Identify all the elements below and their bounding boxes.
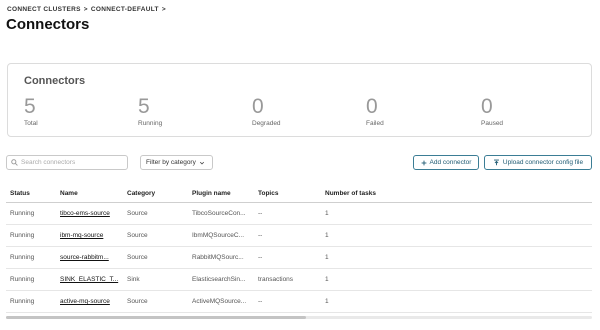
metric-label: Paused — [481, 120, 504, 127]
cell-plugin: ActiveMQSource... — [188, 290, 254, 313]
metric-value: 0 — [481, 95, 493, 118]
column-header-name[interactable]: Name — [56, 184, 123, 203]
connector-name-link[interactable]: tibco-ems-source — [60, 210, 110, 217]
connector-name-link[interactable]: source-rabbitm... — [60, 254, 109, 261]
connector-name-link[interactable]: SINK_ELASTIC_T... — [60, 276, 118, 283]
cell-category: Source — [123, 224, 188, 247]
cell-status: Running — [6, 290, 56, 313]
cell-category: Sink — [123, 268, 188, 291]
cell-category: Source — [123, 246, 188, 269]
metric-value: 0 — [366, 95, 378, 118]
cell-name: ibm-mq-source — [56, 224, 123, 247]
metric-value: 5 — [138, 95, 150, 118]
cell-category: Source — [123, 202, 188, 225]
cell-tasks: 1 — [321, 290, 592, 313]
cell-name: SINK_ELASTIC_T... — [56, 268, 123, 291]
cell-topics: -- — [254, 202, 321, 225]
metric-label: Running — [138, 120, 163, 127]
summary-card: Connectors 5 Total 5 Running 0 Degraded … — [7, 63, 592, 137]
cell-plugin: ElasticsearchSin... — [188, 268, 254, 291]
cell-status: Running — [6, 268, 56, 291]
column-header-plugin-name[interactable]: Plugin name — [188, 184, 254, 203]
filter-label: Filter by category — [146, 159, 196, 166]
metric-degraded: 0 Degraded — [252, 95, 342, 128]
add-connector-label: Add connector — [429, 159, 472, 166]
chevron-down-icon — [199, 161, 204, 164]
cell-plugin: IbmMQSourceC... — [188, 224, 254, 247]
metric-label: Failed — [366, 120, 384, 127]
table-row[interactable]: Running SINK_ELASTIC_T... Sink Elasticse… — [6, 268, 592, 291]
cell-tasks: 1 — [321, 246, 592, 269]
table-row[interactable]: Running ibm-mq-source Source IbmMQSource… — [6, 224, 592, 247]
breadcrumb-connect-default[interactable]: CONNECT-DEFAULT — [91, 6, 159, 13]
column-header-topics[interactable]: Topics — [254, 184, 321, 203]
cell-tasks: 1 — [321, 268, 592, 291]
breadcrumb-separator: > — [83, 6, 88, 13]
cell-plugin: RabbitMQSourc... — [188, 246, 254, 269]
cell-category: Source — [123, 290, 188, 313]
column-header-status[interactable]: Status — [6, 184, 56, 203]
page-title: Connectors — [6, 16, 90, 33]
table-header-row: Status Name Category Plugin name Topics … — [6, 184, 592, 203]
upload-config-button[interactable]: Upload connector config file — [484, 155, 592, 170]
breadcrumb: CONNECT CLUSTERS > CONNECT-DEFAULT > — [7, 6, 166, 13]
upload-icon — [493, 159, 499, 166]
cell-topics: transactions — [254, 268, 321, 291]
table-row[interactable]: Running source-rabbitm... Source RabbitM… — [6, 246, 592, 269]
column-header-category[interactable]: Category — [123, 184, 188, 203]
search-box[interactable] — [6, 155, 128, 170]
cell-name: active-mq-source — [56, 290, 123, 313]
scrollbar-thumb[interactable] — [6, 316, 306, 319]
table-row[interactable]: Running tibco-ems-source Source TibcoSou… — [6, 202, 592, 225]
search-icon — [11, 159, 18, 166]
connector-name-link[interactable]: active-mq-source — [60, 298, 110, 305]
cell-status: Running — [6, 202, 56, 225]
connectors-table: Status Name Category Plugin name Topics … — [6, 184, 592, 313]
cell-topics: -- — [254, 224, 321, 247]
cell-topics: -- — [254, 290, 321, 313]
metric-value: 0 — [252, 95, 264, 118]
cell-status: Running — [6, 224, 56, 247]
metric-label: Total — [24, 120, 38, 127]
metric-total: 5 Total — [24, 95, 114, 128]
cell-plugin: TibcoSourceCon... — [188, 202, 254, 225]
upload-config-label: Upload connector config file — [502, 159, 584, 166]
filter-by-category-dropdown[interactable]: Filter by category — [140, 155, 213, 170]
metric-label: Degraded — [252, 120, 281, 127]
add-connector-button[interactable]: Add connector — [413, 155, 479, 170]
cell-status: Running — [6, 246, 56, 269]
table-row[interactable]: Running active-mq-source Source ActiveMQ… — [6, 290, 592, 313]
metric-value: 5 — [24, 95, 36, 118]
metric-running: 5 Running — [138, 95, 228, 128]
metric-failed: 0 Failed — [366, 95, 456, 128]
breadcrumb-connect-clusters[interactable]: CONNECT CLUSTERS — [7, 6, 81, 13]
cell-topics: -- — [254, 246, 321, 269]
column-header-tasks[interactable]: Number of tasks — [321, 184, 592, 203]
connector-name-link[interactable]: ibm-mq-source — [60, 232, 103, 239]
cell-tasks: 1 — [321, 224, 592, 247]
metric-paused: 0 Paused — [481, 95, 571, 128]
cell-tasks: 1 — [321, 202, 592, 225]
cell-name: source-rabbitm... — [56, 246, 123, 269]
cell-name: tibco-ems-source — [56, 202, 123, 225]
summary-title: Connectors — [24, 75, 86, 87]
plus-icon — [421, 160, 426, 165]
horizontal-scrollbar[interactable] — [6, 316, 592, 319]
search-input[interactable] — [21, 159, 121, 166]
breadcrumb-separator: > — [161, 6, 166, 13]
